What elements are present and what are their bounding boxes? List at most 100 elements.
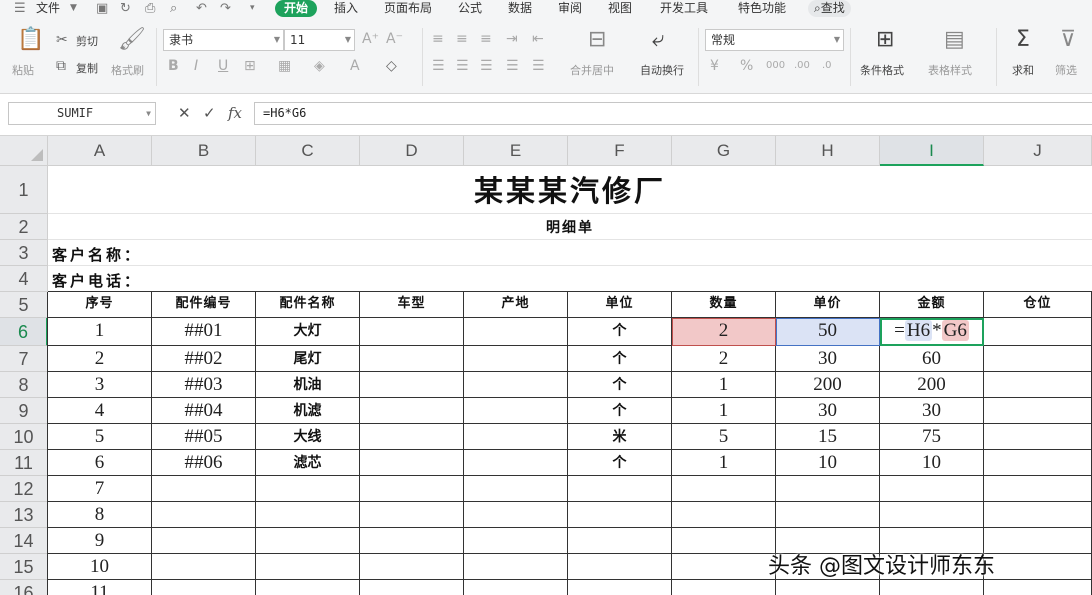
column-header-d[interactable]: D: [360, 136, 464, 166]
cell-b8[interactable]: ##03: [152, 372, 256, 398]
cell-g9[interactable]: 1: [672, 398, 776, 424]
cell-e8[interactable]: [464, 372, 568, 398]
cell-a13[interactable]: 8: [48, 502, 152, 528]
cell-b5[interactable]: 配件编号: [152, 292, 256, 318]
row-header-3[interactable]: 3: [0, 240, 48, 266]
tab-page-layout[interactable]: 页面布局: [384, 0, 432, 18]
cell-h9[interactable]: 30: [776, 398, 880, 424]
cell-g6[interactable]: 2: [672, 318, 776, 346]
italic-icon[interactable]: I: [194, 58, 198, 74]
cell-h11[interactable]: 10: [776, 450, 880, 476]
conditional-format-icon[interactable]: ⊞: [876, 28, 894, 52]
cell-h10[interactable]: 15: [776, 424, 880, 450]
align-left-icon[interactable]: ☰: [432, 58, 445, 74]
column-header-j[interactable]: J: [984, 136, 1092, 166]
cell-b10[interactable]: ##05: [152, 424, 256, 450]
cell-d15[interactable]: [360, 554, 464, 580]
cell-a11[interactable]: 6: [48, 450, 152, 476]
align-top-icon[interactable]: ≡: [432, 31, 444, 47]
cell-e5[interactable]: 产地: [464, 292, 568, 318]
cell-j7[interactable]: [984, 346, 1092, 372]
sum-icon[interactable]: Σ: [1016, 28, 1030, 52]
align-right-icon[interactable]: ☰: [480, 58, 493, 74]
paste-button[interactable]: 粘贴: [12, 62, 34, 78]
cell-b9[interactable]: ##04: [152, 398, 256, 424]
tab-view[interactable]: 视图: [608, 0, 632, 18]
tab-developer[interactable]: 开发工具: [660, 0, 708, 18]
cell-i10[interactable]: 75: [880, 424, 984, 450]
print-icon[interactable]: ⎙: [145, 0, 155, 17]
cell-g8[interactable]: 1: [672, 372, 776, 398]
cell-b14[interactable]: [152, 528, 256, 554]
font-name-select[interactable]: 隶书 ▼: [163, 29, 284, 51]
cell-c16[interactable]: [256, 580, 360, 595]
cell-e16[interactable]: [464, 580, 568, 595]
cell-f6[interactable]: 个: [568, 318, 672, 346]
undo-icon[interactable]: ↶: [196, 0, 207, 17]
cut-button[interactable]: 剪切: [76, 33, 98, 49]
cell-f12[interactable]: [568, 476, 672, 502]
cell-d13[interactable]: [360, 502, 464, 528]
function-icon[interactable]: fx: [228, 104, 242, 122]
row-header-14[interactable]: 14: [0, 528, 48, 554]
column-header-g[interactable]: G: [672, 136, 776, 166]
column-header-c[interactable]: C: [256, 136, 360, 166]
row-header-9[interactable]: 9: [0, 398, 48, 424]
cell-a14[interactable]: 9: [48, 528, 152, 554]
cell-f13[interactable]: [568, 502, 672, 528]
thousands-icon[interactable]: 000: [766, 58, 785, 74]
row-header-5[interactable]: 5: [0, 292, 48, 318]
cell-i5[interactable]: 金额: [880, 292, 984, 318]
scissors-icon[interactable]: ✂: [56, 32, 68, 48]
cell-h6[interactable]: 50: [776, 318, 880, 346]
cell-e11[interactable]: [464, 450, 568, 476]
cell-f8[interactable]: 个: [568, 372, 672, 398]
cell-a12[interactable]: 7: [48, 476, 152, 502]
indent-icon[interactable]: ⇥: [506, 31, 518, 47]
bold-icon[interactable]: B: [168, 58, 179, 74]
cell-a8[interactable]: 3: [48, 372, 152, 398]
cell-a6[interactable]: 1: [48, 318, 152, 346]
row-header-2[interactable]: 2: [0, 214, 48, 240]
cell-j9[interactable]: [984, 398, 1092, 424]
cell-g16[interactable]: [672, 580, 776, 595]
cell-c5[interactable]: 配件名称: [256, 292, 360, 318]
cell-g5[interactable]: 数量: [672, 292, 776, 318]
cell-i8[interactable]: 200: [880, 372, 984, 398]
row-header-12[interactable]: 12: [0, 476, 48, 502]
cell-i9[interactable]: 30: [880, 398, 984, 424]
cell-j6[interactable]: [984, 318, 1092, 346]
cell-b11[interactable]: ##06: [152, 450, 256, 476]
column-header-h[interactable]: H: [776, 136, 880, 166]
cell-e7[interactable]: [464, 346, 568, 372]
cell-j15[interactable]: [984, 554, 1092, 580]
cell-d6[interactable]: [360, 318, 464, 346]
cell-g11[interactable]: 1: [672, 450, 776, 476]
chevron-down-icon[interactable]: ▼: [70, 0, 77, 17]
cell-h7[interactable]: 30: [776, 346, 880, 372]
cell-f15[interactable]: [568, 554, 672, 580]
table-style-button[interactable]: 表格样式: [928, 62, 972, 78]
cell-d5[interactable]: 车型: [360, 292, 464, 318]
cell-i6[interactable]: = H6 * G6: [880, 318, 984, 346]
column-header-e[interactable]: E: [464, 136, 568, 166]
cell-d7[interactable]: [360, 346, 464, 372]
underline-icon[interactable]: U: [218, 58, 228, 74]
fill-pattern-icon[interactable]: ▦: [278, 58, 291, 74]
cell-j8[interactable]: [984, 372, 1092, 398]
outdent-icon[interactable]: ⇤: [532, 31, 544, 47]
cell-c8[interactable]: 机油: [256, 372, 360, 398]
row-header-11[interactable]: 11: [0, 450, 48, 476]
cell-a15[interactable]: 10: [48, 554, 152, 580]
cell-c9[interactable]: 机滤: [256, 398, 360, 424]
cell-d10[interactable]: [360, 424, 464, 450]
filter-icon[interactable]: ⊽: [1060, 28, 1076, 52]
cell-f11[interactable]: 个: [568, 450, 672, 476]
export-icon[interactable]: ↻: [120, 0, 131, 17]
cell-d9[interactable]: [360, 398, 464, 424]
tab-data[interactable]: 数据: [508, 0, 532, 18]
wrap-text-button[interactable]: 自动换行: [640, 62, 684, 78]
cell-c10[interactable]: 大线: [256, 424, 360, 450]
cell-h13[interactable]: [776, 502, 880, 528]
cell-b7[interactable]: ##02: [152, 346, 256, 372]
